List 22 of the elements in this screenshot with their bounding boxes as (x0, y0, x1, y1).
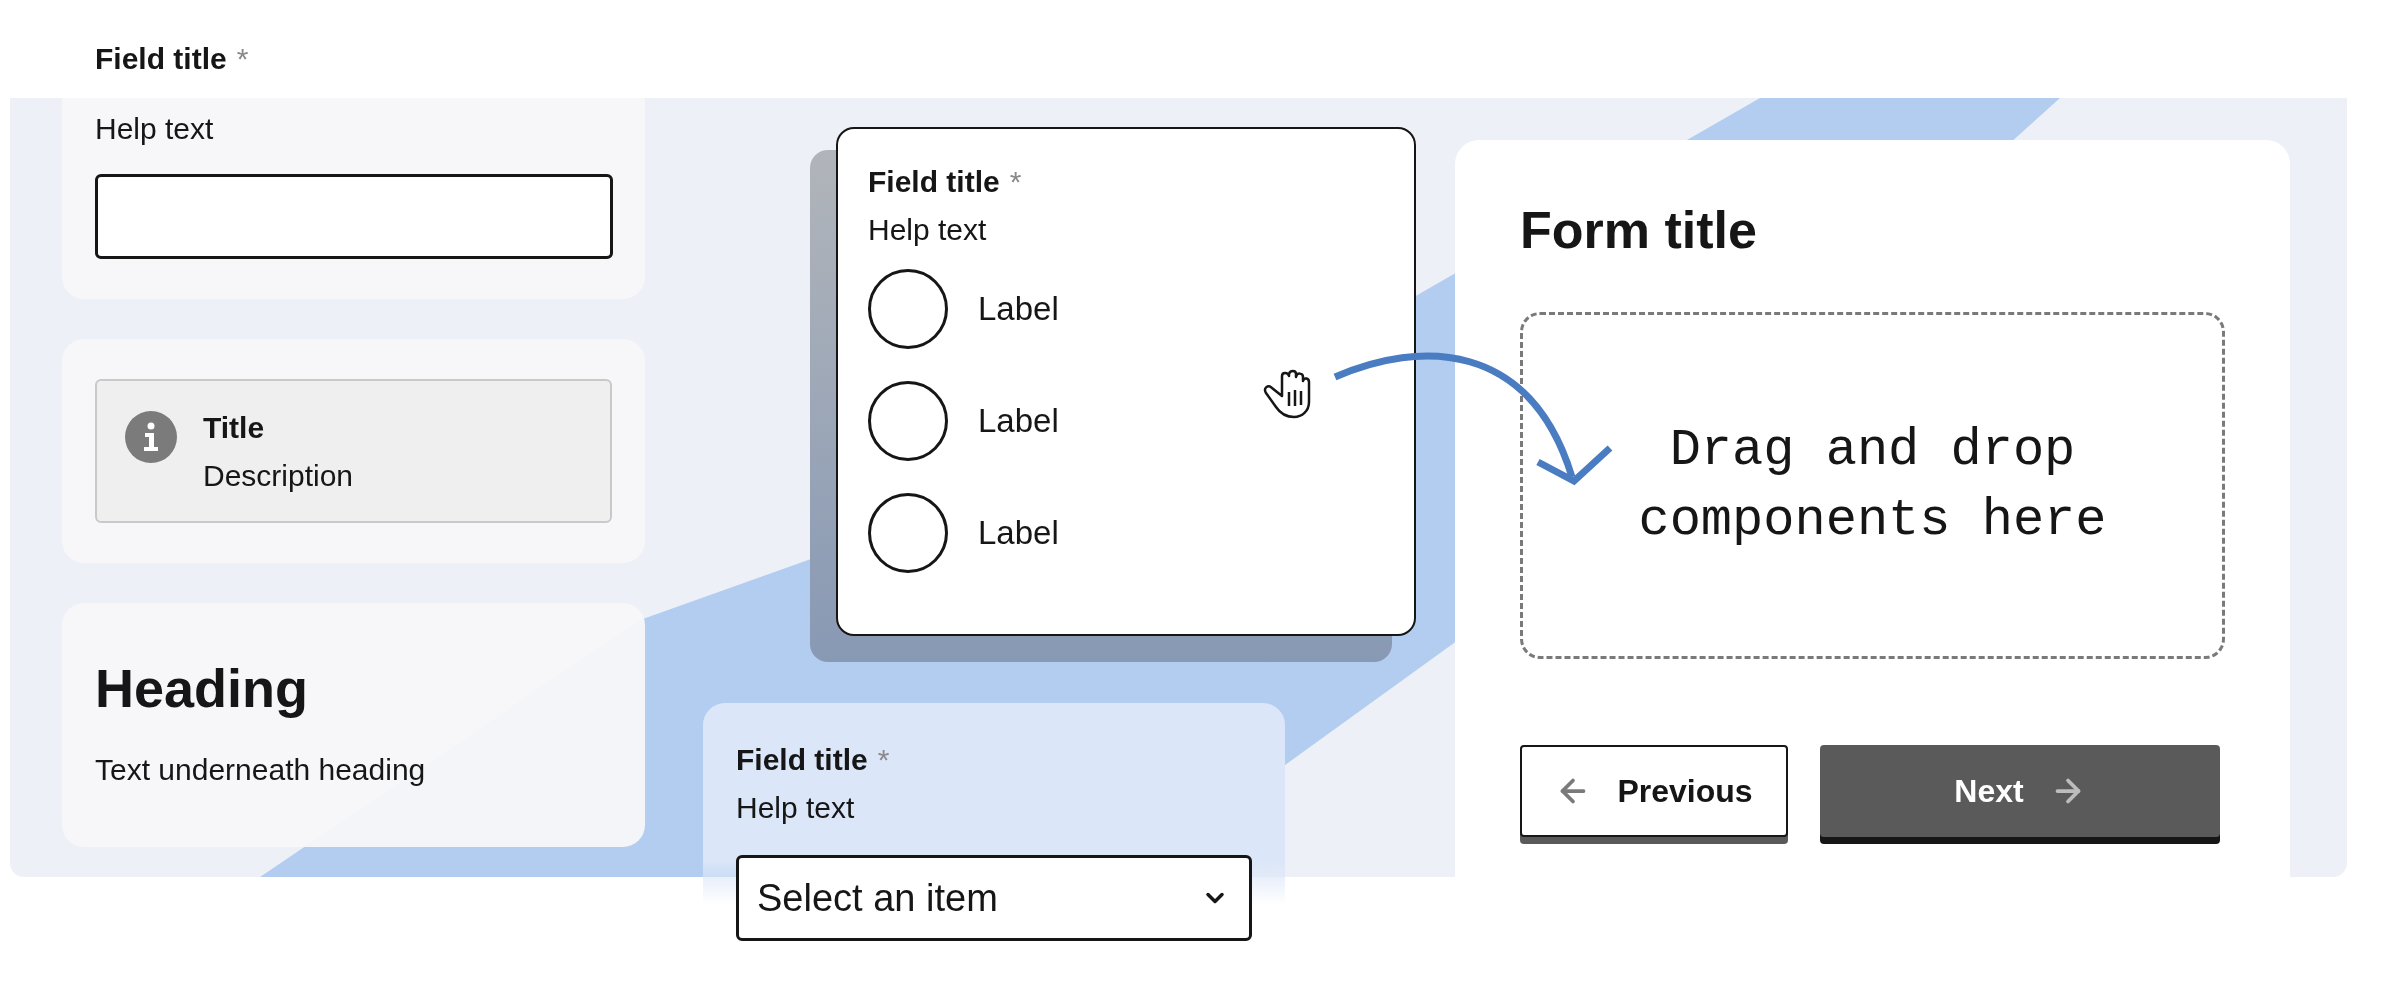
drop-zone-text: Drag and drop components here (1637, 419, 2108, 552)
field-title: Field title (868, 165, 1000, 199)
dragged-card[interactable]: Field title * Help text Label Label Label (836, 127, 1416, 636)
field-title: Field title (736, 743, 868, 777)
required-mark: * (1009, 165, 1022, 199)
required-mark: * (236, 42, 249, 76)
heading: Heading (95, 657, 310, 719)
body-text: Text underneath heading (95, 753, 427, 787)
required-mark: * (877, 743, 890, 777)
help-text: Help text (868, 213, 988, 247)
select-dropdown[interactable]: Select an item (736, 855, 1252, 941)
text-input-field[interactable] (95, 174, 613, 259)
radio-label: Label (978, 402, 1059, 440)
radio-label: Label (978, 290, 1059, 328)
radio-label: Label (978, 514, 1059, 552)
help-text: Help text (736, 791, 856, 825)
notice-description: Description (203, 459, 354, 493)
info-icon (125, 411, 177, 463)
help-text: Help text (95, 112, 215, 146)
notice-title: Title (203, 411, 266, 445)
form-title: Form title (1520, 200, 1758, 260)
field-title: Field title (95, 42, 227, 76)
